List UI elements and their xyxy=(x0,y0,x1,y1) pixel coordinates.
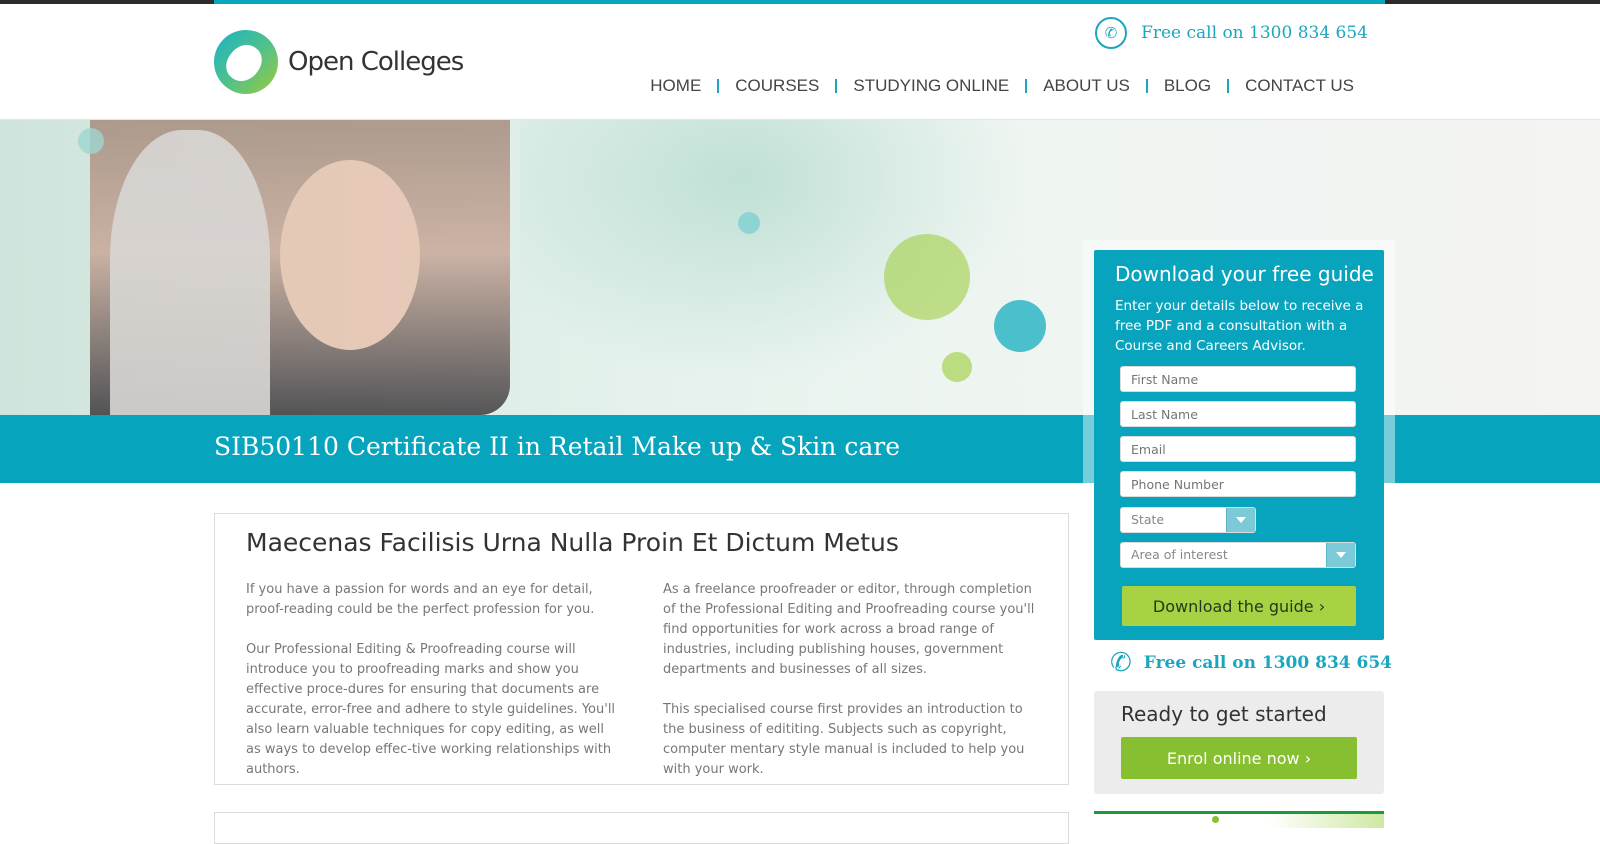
chevron-down-icon xyxy=(1326,543,1355,567)
top-accent-bar xyxy=(214,0,1385,4)
content-right-column: As a freelance proofreader or editor, th… xyxy=(663,580,1035,800)
logo[interactable]: Open Colleges xyxy=(214,30,464,94)
logo-text: Open Colleges xyxy=(288,47,464,77)
logo-mark-icon xyxy=(214,30,278,94)
paragraph: Our Professional Editing & Proofreading … xyxy=(246,642,616,777)
promo-strip xyxy=(1094,811,1384,828)
phone-icon: ✆ xyxy=(1095,17,1128,49)
ready-box: Ready to get started Enrol online now › xyxy=(1094,691,1384,794)
paragraph: As a freelance proofreader or editor, th… xyxy=(663,582,1035,677)
nav-home[interactable]: HOME xyxy=(634,76,717,96)
paragraph: If you have a passion for words and an e… xyxy=(246,582,595,617)
enrol-online-button[interactable]: Enrol online now › xyxy=(1121,737,1357,779)
content-card: Maecenas Facilisis Urna Nulla Proin Et D… xyxy=(214,513,1069,785)
carousel-dot[interactable] xyxy=(1212,816,1219,823)
header-phone[interactable]: ✆ Free call on 1300 834 654 xyxy=(1095,17,1368,49)
decor-circle xyxy=(994,300,1046,352)
email-field[interactable] xyxy=(1120,436,1356,462)
nav-studying-online[interactable]: STUDYING ONLINE xyxy=(837,76,1025,96)
download-guide-button[interactable]: Download the guide › xyxy=(1122,586,1356,626)
guide-form: Download your free guide Enter your deta… xyxy=(1094,250,1384,640)
area-of-interest-select[interactable]: Area of interest xyxy=(1120,542,1356,568)
chevron-down-icon xyxy=(1226,508,1255,532)
header-phone-text: Free call on 1300 834 654 xyxy=(1141,23,1368,43)
state-select[interactable]: State xyxy=(1120,507,1256,533)
ready-title: Ready to get started xyxy=(1121,702,1327,726)
next-content-card xyxy=(214,812,1069,844)
nav-about-us[interactable]: ABOUT US xyxy=(1027,76,1146,96)
decor-circle xyxy=(884,234,970,320)
state-select-value: State xyxy=(1131,512,1165,527)
phone-icon: ✆ xyxy=(1110,648,1132,678)
decor-circle xyxy=(738,212,760,234)
nav-courses[interactable]: COURSES xyxy=(719,76,835,96)
content-heading: Maecenas Facilisis Urna Nulla Proin Et D… xyxy=(246,528,899,557)
first-name-field[interactable] xyxy=(1120,366,1356,392)
nav-blog[interactable]: BLOG xyxy=(1148,76,1227,96)
hero-floral-decoration xyxy=(520,120,1080,415)
paragraph: This specialised course first provides a… xyxy=(663,702,1025,777)
course-title: SIB50110 Certificate II in Retail Make u… xyxy=(214,432,900,461)
area-select-value: Area of interest xyxy=(1131,547,1228,562)
form-intro: Enter your details below to receive a fr… xyxy=(1115,298,1364,354)
form-title: Download your free guide xyxy=(1115,262,1374,286)
content-left-column: If you have a passion for words and an e… xyxy=(246,580,618,800)
main-nav: HOME COURSES STUDYING ONLINE ABOUT US BL… xyxy=(634,76,1370,96)
decor-circle xyxy=(78,128,104,154)
last-name-field[interactable] xyxy=(1120,401,1356,427)
sidebar-phone-text: Free call on 1300 834 654 xyxy=(1143,653,1393,673)
sidebar-phone[interactable]: ✆ Free call on 1300 834 654 xyxy=(1110,650,1392,676)
hero-photo xyxy=(90,120,510,415)
nav-contact-us[interactable]: CONTACT US xyxy=(1229,76,1370,96)
decor-circle xyxy=(942,352,972,382)
phone-number-field[interactable] xyxy=(1120,471,1356,497)
